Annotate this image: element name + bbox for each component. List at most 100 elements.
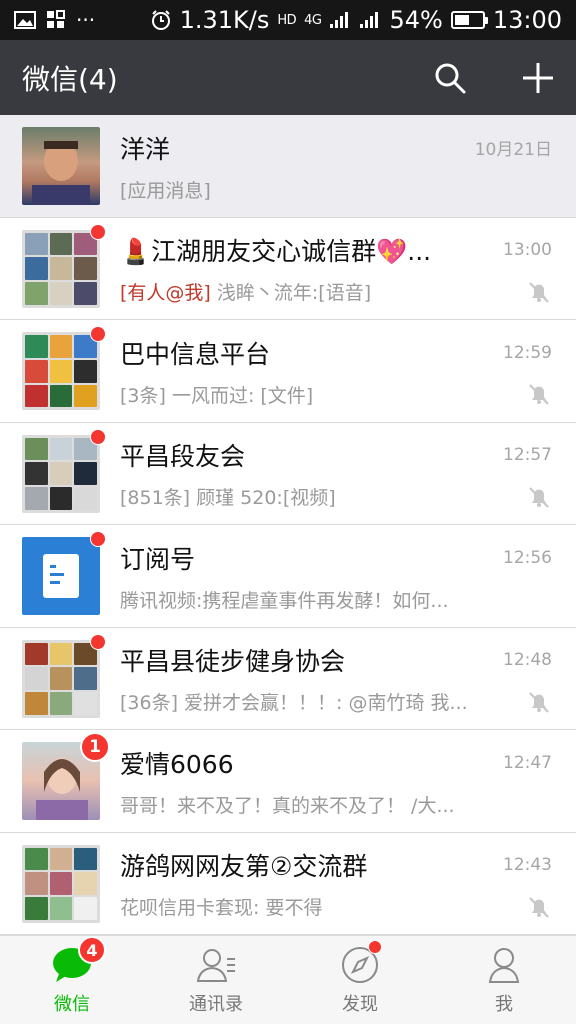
- avatar-tile: [25, 232, 48, 256]
- avatar-tile: [49, 384, 73, 408]
- chat-time: 12:57: [503, 445, 552, 466]
- chat-time: 12:47: [503, 752, 552, 773]
- tab-label: 微信: [54, 994, 90, 1015]
- chat-row-bottom: [36条] 爱拼才会赢！！！: @南竹琦 我...: [120, 688, 552, 715]
- chat-time: 12:59: [503, 342, 552, 363]
- chat-body: 巴中信息平台 12:59 [3条] 一风而过: [文件]: [120, 320, 552, 423]
- chat-list-item[interactable]: 游鸽网网友第②交流群 12:43 花呗信用卡套现: 要不得: [0, 832, 576, 936]
- avatar-tile: [74, 872, 97, 896]
- mute-bell-icon: [529, 896, 549, 918]
- battery-percent: 54%: [389, 6, 443, 34]
- avatar-tile: [25, 462, 48, 486]
- chat-preview: [851条] 顾瑾 520:[视频]: [120, 483, 336, 510]
- chat-name: 巴中信息平台: [120, 339, 271, 369]
- avatar-tile: [49, 897, 73, 920]
- search-icon: [435, 63, 466, 93]
- avatar-wrap: [22, 531, 106, 616]
- avatar-tile: [49, 359, 73, 383]
- avatar-tile: [49, 487, 73, 510]
- unread-dot: [90, 223, 106, 240]
- chat-row-top: 游鸽网网友第②交流群 12:43: [120, 847, 552, 883]
- chat-body: 订阅号 12:56 腾讯视频:携程虐童事件再发酵！如何...: [120, 525, 552, 628]
- avatar-tile: [49, 232, 73, 256]
- avatar-tile: [74, 487, 97, 510]
- compass-icon: [338, 940, 382, 986]
- chat-row-bottom: 花呗信用卡套现: 要不得: [120, 893, 552, 920]
- chat-name: 洋洋: [120, 134, 171, 164]
- unread-dot: [90, 326, 106, 343]
- unread-dot: [90, 531, 106, 548]
- chat-list-item[interactable]: 巴中信息平台 12:59 [3条] 一风而过: [文件]: [0, 320, 576, 423]
- avatar: [22, 844, 100, 923]
- tab-0[interactable]: 4 微信: [0, 936, 144, 1024]
- chat-list-item[interactable]: 平昌县徒步健身协会 12:48 [36条] 爱拼才会赢！！！: @南竹琦 我...: [0, 627, 576, 730]
- chat-list-item[interactable]: 平昌段友会 12:57 [851条] 顾瑾 520:[视频]: [0, 422, 576, 525]
- avatar-tile: [49, 257, 73, 281]
- tab-label: 通讯录: [189, 994, 243, 1015]
- avatar-tile: [25, 897, 48, 920]
- chat-preview: 花呗信用卡套现: 要不得: [120, 893, 322, 920]
- avatar: [22, 639, 100, 718]
- chat-row-top: 平昌段友会 12:57: [120, 437, 552, 473]
- avatar-tile: [25, 359, 48, 383]
- status-bar: ··· 1.31K/s HD 4G 54% 13:00: [0, 0, 576, 40]
- subscription-doc-icon: [43, 554, 79, 599]
- chat-list-item[interactable]: 订阅号 12:56 腾讯视频:携程虐童事件再发酵！如何...: [0, 525, 576, 628]
- avatar-tile: [25, 282, 48, 305]
- avatar: [22, 229, 100, 308]
- plus-icon: [523, 62, 553, 93]
- tab-3[interactable]: 我: [432, 936, 576, 1024]
- app-header: 微信(4): [0, 40, 576, 115]
- chat-row-top: 💄江湖朋友交心诚信群💖... 13:00: [120, 232, 552, 268]
- chat-list: 洋洋 10月21日 [应用消息] 💄江湖朋友交心诚信群💖... 13:00 [有人@我] …: [0, 115, 576, 935]
- avatar-tile: [25, 487, 48, 510]
- status-left: ···: [14, 8, 95, 32]
- chat-preview-text: 腾讯视频:携程虐童事件再发酵！如何...: [120, 589, 449, 612]
- chat-row-top: 爱情6066 12:47: [120, 745, 552, 781]
- image-notification-icon: [14, 11, 36, 29]
- avatar-wrap: [22, 633, 106, 718]
- avatar-tile: [49, 642, 73, 666]
- chat-name: 💄江湖朋友交心诚信群💖...: [120, 237, 432, 267]
- chat-list-item[interactable]: 💄江湖朋友交心诚信群💖... 13:00 [有人@我] 浅眸丶流年:[语音]: [0, 217, 576, 320]
- add-button[interactable]: [520, 60, 556, 96]
- search-button[interactable]: [432, 60, 468, 96]
- avatar-tile: [25, 384, 48, 408]
- avatar-tile: [25, 692, 48, 715]
- chat-row-top: 订阅号 12:56: [120, 540, 552, 576]
- chat-preview: [3条] 一风而过: [文件]: [120, 381, 313, 408]
- avatar-tile: [74, 384, 97, 408]
- chat-body: 游鸽网网友第②交流群 12:43 花呗信用卡套现: 要不得: [120, 833, 552, 936]
- avatar-tile: [49, 692, 73, 715]
- chat-list-item[interactable]: 洋洋 10月21日 [应用消息]: [0, 115, 576, 218]
- mute-bell-icon: [529, 486, 549, 508]
- tab-unread-dot: [368, 940, 382, 954]
- chat-time: 12:43: [503, 855, 552, 876]
- avatar-tile: [74, 692, 97, 715]
- chat-preview-text: 哥哥！来不及了！真的来不及了！ /大...: [120, 794, 455, 817]
- alarm-icon: [150, 9, 172, 31]
- chat-preview-text: 花呗信用卡套现: 要不得: [120, 897, 323, 920]
- chat-preview: 腾讯视频:携程虐童事件再发酵！如何...: [120, 586, 449, 613]
- avatar-wrap: [22, 223, 106, 308]
- chat-name: 平昌县徒步健身协会: [120, 647, 346, 677]
- avatar-tile: [25, 847, 48, 871]
- net-speed: 1.31K/s: [179, 6, 270, 34]
- battery-fill: [454, 15, 469, 25]
- header-actions: [432, 60, 556, 96]
- avatar-wrap: [22, 326, 106, 411]
- avatar-tile: [49, 437, 73, 461]
- bottom-tab-bar: 4 微信 通讯录 发现 我: [0, 935, 576, 1024]
- chat-time: 12:48: [503, 650, 552, 671]
- chat-row-top: 巴中信息平台 12:59: [120, 335, 552, 371]
- avatar: [22, 537, 100, 616]
- chat-row-bottom: [应用消息]: [120, 176, 552, 203]
- chat-preview-text: [36条] 爱拼才会赢！！！: @南竹琦 我...: [120, 692, 468, 715]
- avatar-tile: [74, 359, 97, 383]
- avatar-tile: [74, 282, 97, 305]
- person-icon: [482, 944, 526, 986]
- tab-2[interactable]: 发现: [288, 936, 432, 1024]
- tab-1[interactable]: 通讯录: [144, 936, 288, 1024]
- chat-list-item[interactable]: 1 爱情6066 12:47 哥哥！来不及了！真的来不及了！ /大...: [0, 730, 576, 833]
- unread-dot: [90, 633, 106, 650]
